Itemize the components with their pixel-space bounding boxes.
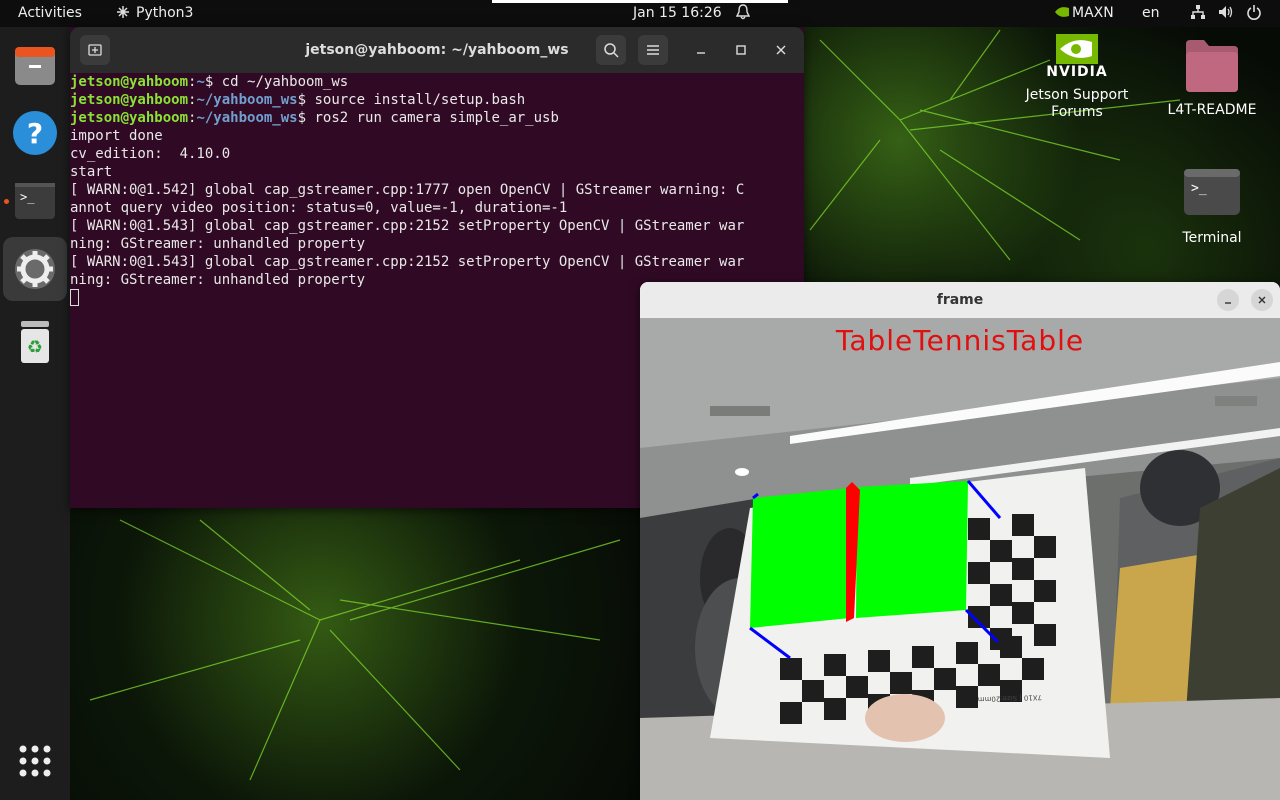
command-text: $ source install/setup.bash <box>297 92 526 108</box>
terminal-line: cv_edition: 4.10.0 <box>70 146 231 162</box>
terminal-line: [ WARN:0@1.542] global cap_gstreamer.cpp… <box>70 182 745 198</box>
dock-trash[interactable]: ♻ <box>3 309 67 373</box>
command-text: $ cd ~/yahboom_ws <box>204 74 349 90</box>
svg-text:>_: >_ <box>20 190 35 204</box>
frame-title: frame <box>936 292 984 308</box>
prompt-user: jetson@yahboom <box>70 110 189 126</box>
trash-icon: ♻ <box>21 321 49 363</box>
terminal-cursor <box>70 289 79 306</box>
terminal-icon: >_ <box>15 183 55 219</box>
search-icon <box>604 43 619 58</box>
terminal-line: jetson@yahboom:~/yahboom_ws$ source inst… <box>70 92 526 108</box>
ar-plane-left <box>750 488 850 628</box>
terminal-line: [ WARN:0@1.543] global cap_gstreamer.cpp… <box>70 218 745 234</box>
terminal-line: start <box>70 164 113 180</box>
python-app-icon <box>117 6 129 18</box>
prompt-path: ~/yahboom_ws <box>196 92 298 108</box>
show-apps-button[interactable] <box>3 729 67 793</box>
svg-text:?: ? <box>27 117 43 150</box>
files-icon <box>15 47 55 85</box>
close-icon <box>1258 296 1266 304</box>
gear-icon <box>15 249 55 289</box>
terminal-search-button[interactable] <box>596 35 626 65</box>
top-bar: Activities Python3 Jan 15 16:26 MAXN en <box>0 0 1280 27</box>
hamburger-menu-icon <box>647 45 659 55</box>
close-icon <box>776 45 786 55</box>
app-menu[interactable]: Python3 <box>116 0 193 27</box>
minimize-button[interactable] <box>686 35 716 65</box>
terminal-line: import done <box>70 128 163 144</box>
language-indicator[interactable]: en <box>1142 0 1160 27</box>
ar-overlay-text: TableTennisTable <box>835 324 1085 357</box>
terminal-line: jetson@yahboom:~/yahboom_ws$ ros2 run ca… <box>70 110 559 126</box>
prompt-user: jetson@yahboom <box>70 74 189 90</box>
maximize-button[interactable] <box>726 35 756 65</box>
terminal-line: [ WARN:0@1.543] global cap_gstreamer.cpp… <box>70 254 745 270</box>
frame-window[interactable]: frame 7X10 | Size:20mm TableTennisTable <box>640 282 1280 800</box>
desktop-icon-terminal[interactable]: >_ Terminal <box>1162 168 1262 247</box>
svg-text:♻: ♻ <box>27 337 43 358</box>
dock-settings[interactable] <box>3 237 67 301</box>
prompt-path: ~ <box>196 74 205 90</box>
nvidia-label-line2: Forums <box>1051 104 1103 120</box>
nvidia-tray-icon <box>1055 7 1069 17</box>
terminal-titlebar[interactable]: jetson@yahboom: ~/yahboom_ws <box>70 27 804 73</box>
nvidia-logo-text: NVIDIA <box>1046 64 1108 80</box>
folder-icon <box>1186 40 1238 92</box>
camera-scene: 7X10 | Size:20mm <box>640 318 1280 800</box>
terminal-line: annot query video position: status=0, va… <box>70 200 568 216</box>
terminal-label: Terminal <box>1182 230 1242 246</box>
prompt-path: ~/yahboom_ws <box>196 110 298 126</box>
l4t-readme-label: L4T-README <box>1167 102 1257 118</box>
volume-icon[interactable] <box>1218 0 1234 27</box>
frame-titlebar[interactable]: frame <box>640 282 1280 318</box>
command-text: $ ros2 run camera simple_ar_usb <box>297 110 559 126</box>
activities-button[interactable]: Activities <box>18 0 82 27</box>
dock: ? >_ ♻ <box>0 27 70 800</box>
dock-files[interactable] <box>3 33 67 97</box>
network-icon[interactable] <box>1190 0 1206 27</box>
frame-close-button[interactable] <box>1251 289 1273 311</box>
nvidia-logo-icon <box>1056 34 1098 64</box>
prompt-user: jetson@yahboom <box>70 92 189 108</box>
svg-text:>_: >_ <box>1191 181 1207 196</box>
terminal-line: ning: GStreamer: unhandled property <box>70 236 366 252</box>
notification-bell-icon[interactable] <box>735 0 751 27</box>
power-icon[interactable] <box>1246 0 1262 27</box>
close-button[interactable] <box>766 35 796 65</box>
terminal-icon: >_ <box>1184 169 1240 215</box>
app-name: Python3 <box>136 5 194 21</box>
terminal-line: jetson@yahboom:~$ cd ~/yahboom_ws <box>70 74 349 90</box>
minimize-icon <box>1225 302 1231 304</box>
dock-help[interactable]: ? <box>3 101 67 165</box>
power-mode-label: MAXN <box>1072 5 1114 21</box>
desktop-icon-nvidia-forums[interactable]: NVIDIA Jetson Support Forums <box>1017 32 1137 121</box>
ar-plane-right <box>856 481 968 618</box>
help-icon: ? <box>13 111 57 155</box>
maximize-icon <box>736 45 746 55</box>
nvidia-label-line1: Jetson Support <box>1025 87 1129 103</box>
frame-minimize-button[interactable] <box>1217 289 1239 311</box>
dock-terminal[interactable]: >_ <box>3 169 67 233</box>
terminal-menu-button[interactable] <box>638 35 668 65</box>
minimize-icon <box>697 52 705 54</box>
clock[interactable]: Jan 15 16:26 <box>633 0 722 27</box>
desktop-icon-l4t-readme[interactable]: L4T-README <box>1162 38 1262 119</box>
app-grid-icon <box>19 745 51 777</box>
power-mode-indicator[interactable]: MAXN <box>1054 0 1114 27</box>
camera-frame: 7X10 | Size:20mm TableTennisTable <box>640 318 1280 800</box>
